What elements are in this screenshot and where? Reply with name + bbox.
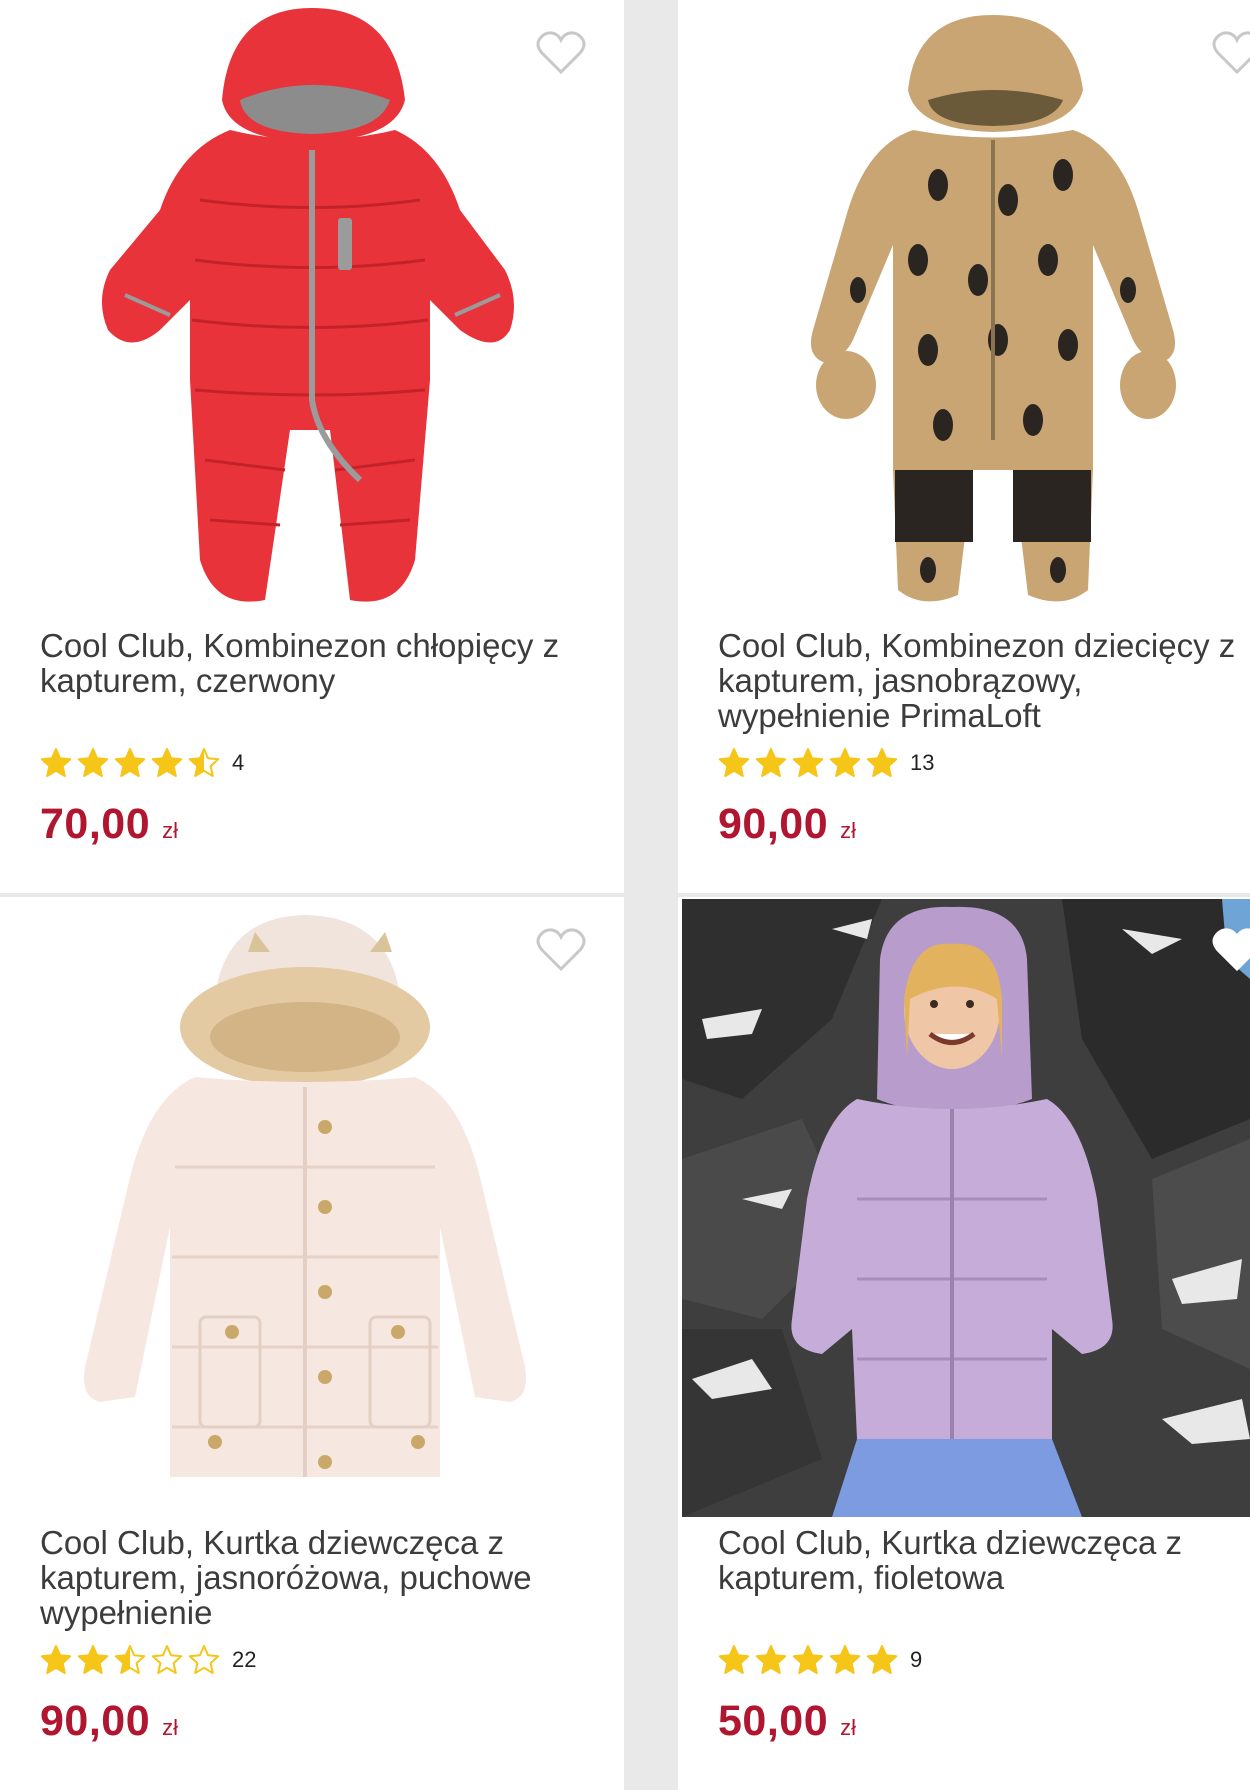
star-empty-icon (151, 1645, 183, 1674)
review-count: 4 (232, 750, 245, 775)
review-count: 9 (910, 1647, 923, 1672)
review-count: 13 (910, 750, 935, 775)
star-full-icon (718, 748, 750, 777)
price-amount: 70,00 (40, 800, 151, 848)
rating-stars (40, 747, 220, 779)
rating: 9 (718, 1642, 922, 1678)
penguin-snowsuit-image[interactable] (678, 0, 1250, 610)
product-card[interactable]: Cool Club, Kombinezon dziecięcy z kaptur… (678, 0, 1250, 893)
star-half-icon (114, 1645, 146, 1674)
rating-stars (40, 1644, 220, 1676)
price: 50,00 zł (718, 1697, 856, 1746)
price-currency: zł (162, 818, 178, 843)
price: 90,00 zł (718, 800, 856, 849)
star-full-icon (77, 748, 109, 777)
price-amount: 90,00 (40, 1697, 151, 1745)
rating-stars (718, 747, 898, 779)
product-card[interactable]: Cool Club, Kurtka dziewczęca z kapturem,… (0, 897, 624, 1790)
star-full-icon (151, 748, 183, 777)
product-title[interactable]: Cool Club, Kombinezon dziecięcy z kaptur… (718, 628, 1250, 733)
rating: 22 (40, 1642, 256, 1678)
rating: 13 (718, 745, 934, 781)
purple-jacket-photo[interactable] (682, 899, 1250, 1517)
heart-icon[interactable] (1212, 927, 1250, 973)
price: 90,00 zł (40, 1697, 178, 1746)
heart-icon[interactable] (536, 30, 586, 76)
price-amount: 90,00 (718, 800, 829, 848)
product-title[interactable]: Cool Club, Kurtka dziewczęca z kapturem,… (40, 1525, 580, 1630)
star-full-icon (114, 748, 146, 777)
red-snowsuit-image[interactable] (0, 0, 624, 610)
star-full-icon (866, 1645, 898, 1674)
star-full-icon (829, 748, 861, 777)
price-currency: zł (840, 1715, 856, 1740)
review-count: 22 (232, 1647, 257, 1672)
star-full-icon (40, 1645, 72, 1674)
price-amount: 50,00 (718, 1697, 829, 1745)
star-full-icon (755, 1645, 787, 1674)
heart-icon[interactable] (1212, 30, 1250, 76)
star-full-icon (792, 1645, 824, 1674)
star-full-icon (792, 748, 824, 777)
product-title[interactable]: Cool Club, Kurtka dziewczęca z kapturem,… (718, 1525, 1250, 1595)
star-empty-icon (188, 1645, 220, 1674)
price: 70,00 zł (40, 800, 178, 849)
rating: 4 (40, 745, 244, 781)
star-full-icon (829, 1645, 861, 1674)
pink-jacket-image[interactable] (0, 897, 624, 1507)
product-card[interactable]: Cool Club, Kurtka dziewczęca z kapturem,… (678, 897, 1250, 1790)
star-full-icon (866, 748, 898, 777)
star-half-icon (188, 748, 220, 777)
price-currency: zł (162, 1715, 178, 1740)
product-title[interactable]: Cool Club, Kombinezon chłopięcy z kaptur… (40, 628, 580, 698)
star-full-icon (40, 748, 72, 777)
product-card[interactable]: Cool Club, Kombinezon chłopięcy z kaptur… (0, 0, 624, 893)
heart-icon[interactable] (536, 927, 586, 973)
star-full-icon (77, 1645, 109, 1674)
rating-stars (718, 1644, 898, 1676)
price-currency: zł (840, 818, 856, 843)
star-full-icon (755, 748, 787, 777)
star-full-icon (718, 1645, 750, 1674)
